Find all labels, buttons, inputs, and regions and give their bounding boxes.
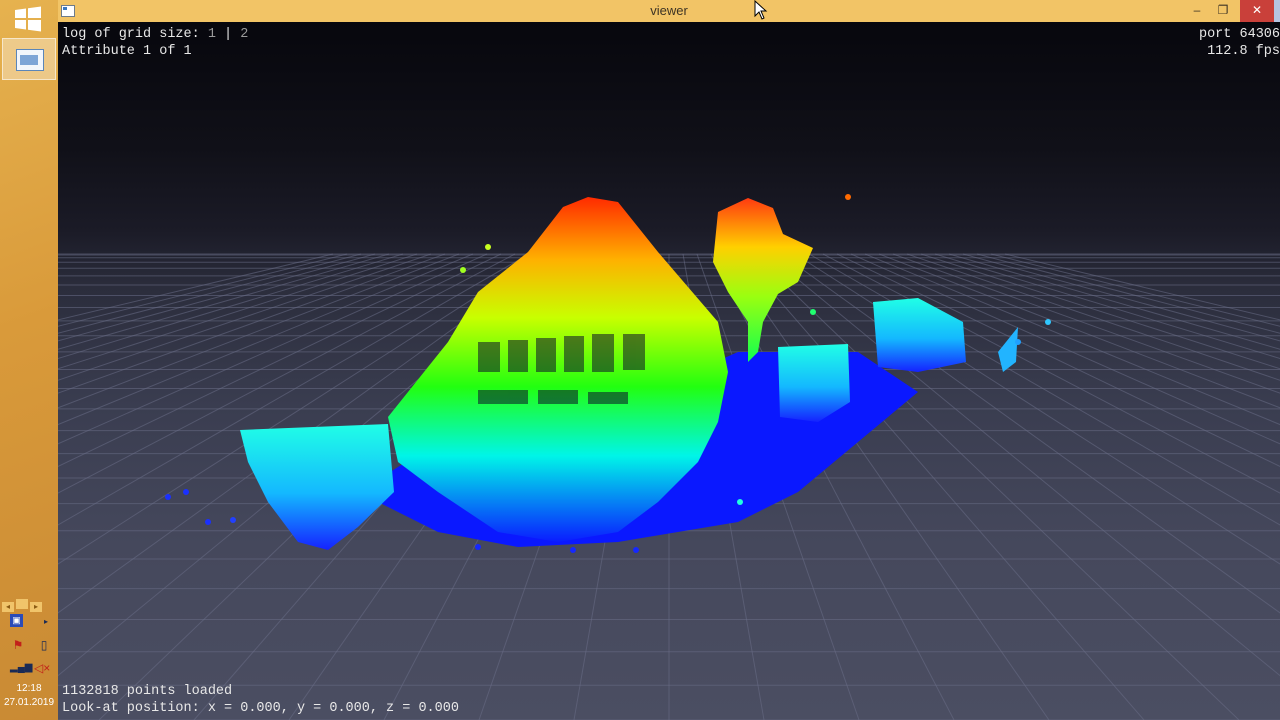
tray-scroll-arrows[interactable]: ◂ ▸	[0, 596, 58, 612]
chevron-right-icon[interactable]: ▸	[38, 614, 54, 630]
mouse-cursor-icon	[754, 0, 768, 20]
window-edge	[1274, 0, 1280, 22]
grid-info-overlay: log of grid size: 1 | 2 Attribute 1 of 1	[62, 26, 248, 60]
scatter-point	[183, 489, 189, 495]
scatter-point	[810, 309, 816, 315]
minimize-button[interactable]: –	[1184, 0, 1210, 22]
close-icon: ✕	[1251, 3, 1263, 17]
scatter-point	[460, 267, 466, 273]
grid-line	[962, 253, 1280, 342]
title-bar[interactable]: viewer – ❐ ✕	[58, 0, 1280, 23]
status-overlay: port 64306 112.8 fps	[1199, 26, 1280, 60]
restore-icon: ❐	[1217, 3, 1229, 17]
fps-label: 112.8 fps	[1207, 44, 1280, 59]
scatter-point	[1015, 339, 1021, 345]
grid-size-separator: |	[215, 27, 241, 42]
point-cloud-tree	[713, 198, 813, 362]
points-loaded-label: 1132818 points loaded	[62, 684, 233, 699]
clock-time: 12:18	[16, 683, 42, 694]
minimize-icon: –	[1193, 3, 1201, 17]
grid-line	[976, 253, 1280, 334]
scatter-point	[475, 544, 481, 550]
scroll-right-icon[interactable]: ▸	[30, 602, 42, 612]
window-title: viewer	[650, 3, 688, 18]
load-info-overlay: 1132818 points loaded Look-at position: …	[62, 683, 459, 717]
grid-line	[766, 253, 1280, 677]
grid-line	[780, 253, 1280, 614]
grid-line	[794, 253, 1280, 565]
volume-muted-icon[interactable]: ◁×	[34, 660, 50, 676]
scatter-point	[633, 547, 639, 553]
taskbar-app-viewer[interactable]	[2, 38, 56, 80]
grid-line	[934, 253, 1280, 359]
scroll-mid-icon[interactable]	[16, 599, 28, 609]
grid-size-label: log of grid size:	[62, 27, 208, 42]
scatter-point	[485, 244, 491, 250]
close-button[interactable]: ✕	[1240, 0, 1274, 22]
scatter-point	[737, 499, 743, 505]
scatter-point	[570, 547, 576, 553]
scatter-point	[205, 519, 211, 525]
port-label: port 64306	[1198, 27, 1280, 42]
lookat-label: Look-at position: x = 0.000, y = 0.000, …	[62, 701, 459, 716]
attribute-label: Attribute 1 of 1	[62, 44, 192, 59]
clock-date: 27.01.2019	[3, 697, 55, 708]
point-cloud-viewport[interactable]: log of grid size: 1 | 2 Attribute 1 of 1…	[58, 22, 1280, 720]
taskbar: ◂ ▸ ▣ ▸ ⚑ ▯ ▂▄▆ ◁× 12:18 27.01.2019	[0, 0, 58, 720]
scatter-point	[845, 194, 851, 200]
taskbar-clock[interactable]: 12:18 27.01.2019	[0, 682, 58, 710]
grid-size-value-2: 2	[240, 27, 249, 42]
restore-button[interactable]: ❐	[1210, 0, 1236, 22]
windows-start-icon[interactable]	[14, 6, 42, 32]
viewer-window: viewer – ❐ ✕ log of grid size: 1 | 2 Att…	[58, 0, 1280, 720]
app-window-icon	[16, 49, 44, 71]
scatter-point	[230, 517, 236, 523]
scatter-point	[1045, 319, 1051, 325]
network-icon[interactable]: ▂▄▆	[10, 660, 32, 676]
point-cloud-scene[interactable]	[58, 22, 1280, 720]
scatter-point	[165, 494, 171, 500]
grid-size-value-1: 1	[207, 27, 216, 42]
action-center-error-icon[interactable]: ⚑	[10, 637, 26, 653]
scroll-left-icon[interactable]: ◂	[2, 602, 14, 612]
battery-icon[interactable]: ▯	[36, 637, 52, 653]
tray-app-icon[interactable]: ▣	[10, 614, 23, 627]
grid-line	[920, 253, 1280, 370]
